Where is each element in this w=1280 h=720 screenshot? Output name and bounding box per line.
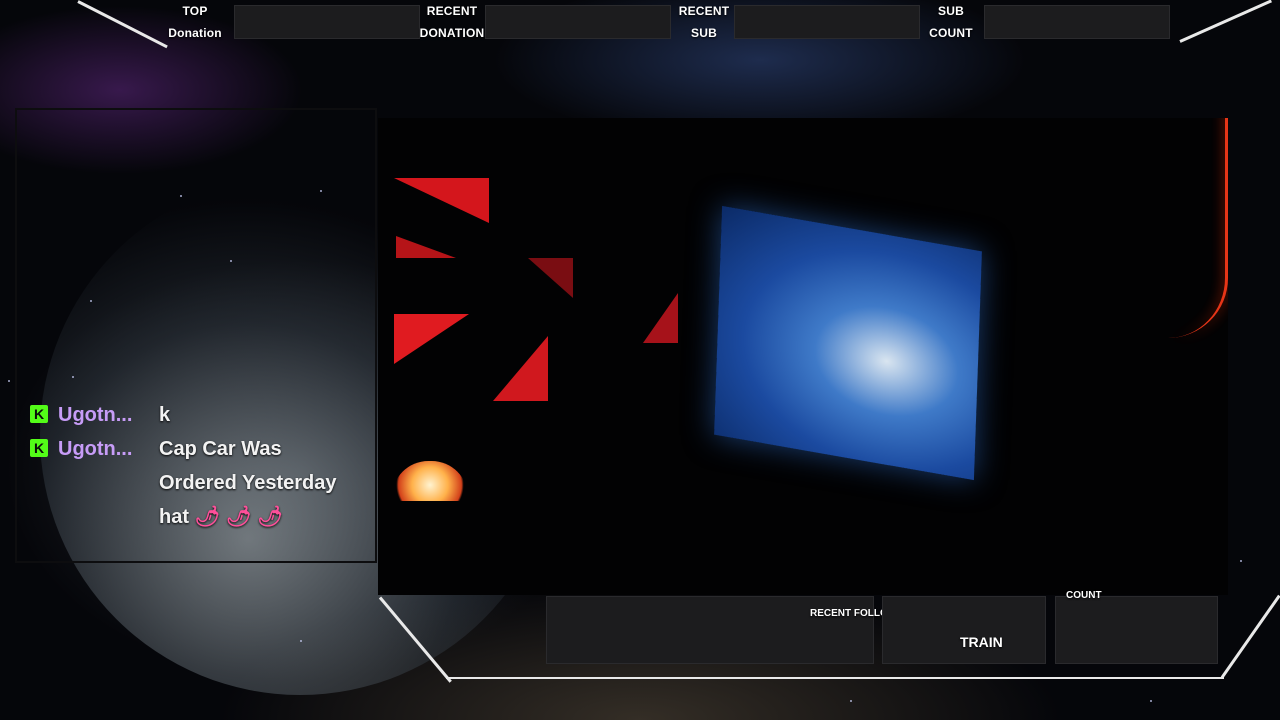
top-donation-label: TOP Donation [160, 0, 230, 44]
kick-badge-icon: K [30, 439, 48, 457]
train-label: TRAIN [960, 634, 1003, 650]
chat-text: k [159, 404, 171, 426]
recent-donation-box [485, 5, 671, 39]
chat-username[interactable]: Ugotn... [58, 400, 159, 430]
chat-messages: K Ugotn... k K Ugotn... Cap Car Was Orde… [30, 400, 375, 538]
neon-strip [1145, 118, 1228, 338]
frame-bottom-line [446, 677, 1224, 679]
sub-count-box [984, 5, 1170, 39]
count-label: COUNT [1066, 590, 1102, 601]
red-light-shard [528, 258, 573, 298]
lamp-glow [392, 461, 468, 501]
chat-message: K Ugotn... k [30, 400, 375, 430]
chat-message: K Ugotn... Cap Car Was Ordered Yesterday… [30, 434, 375, 534]
kick-badge-icon: K [30, 405, 48, 423]
red-light-shard [394, 314, 469, 364]
recent-follower-box [546, 596, 874, 664]
recent-sub-label-line1: RECENT [678, 4, 730, 18]
top-bar: TOP Donation RECENT DONATION RECENT SUB … [0, 0, 1280, 44]
train-box [882, 596, 1046, 664]
sub-count-label-line1: SUB [938, 4, 964, 18]
chat-username[interactable]: Ugotn... [58, 434, 159, 464]
recent-sub-label: RECENT SUB [672, 0, 736, 44]
recent-donation-label: RECENT DONATION [416, 0, 488, 44]
top-donation-label-line2: Donation [168, 26, 222, 40]
chat-text: Cap Car Was Ordered Yesterday hat 🌶🌶🌶 [159, 432, 337, 534]
recent-donation-label-line2: DONATION [419, 26, 485, 40]
recent-sub-box [734, 5, 920, 39]
chat-text-line: Ordered Yesterday [159, 472, 337, 494]
red-light-shard [493, 336, 548, 401]
top-donation-box [234, 5, 420, 39]
chat-text-word: hat [159, 506, 189, 528]
pepper-emote-icon: 🌶🌶🌶 [194, 506, 289, 528]
red-light-shard [643, 293, 678, 343]
webcam-feed [378, 118, 1228, 595]
top-donation-label-line1: TOP [182, 4, 208, 18]
recent-sub-label-line2: SUB [691, 26, 717, 40]
red-light-shard [394, 178, 489, 223]
chat-text-line: hat 🌶🌶🌶 [159, 500, 337, 534]
red-light-shard [396, 236, 456, 258]
chat-text-line: Cap Car Was [159, 438, 282, 460]
sub-count-label-line2: COUNT [929, 26, 973, 40]
monitor-screen [714, 205, 982, 481]
sub-count-label: SUB COUNT [920, 0, 982, 44]
recent-donation-label-line1: RECENT [426, 4, 478, 18]
count-box [1055, 596, 1218, 664]
